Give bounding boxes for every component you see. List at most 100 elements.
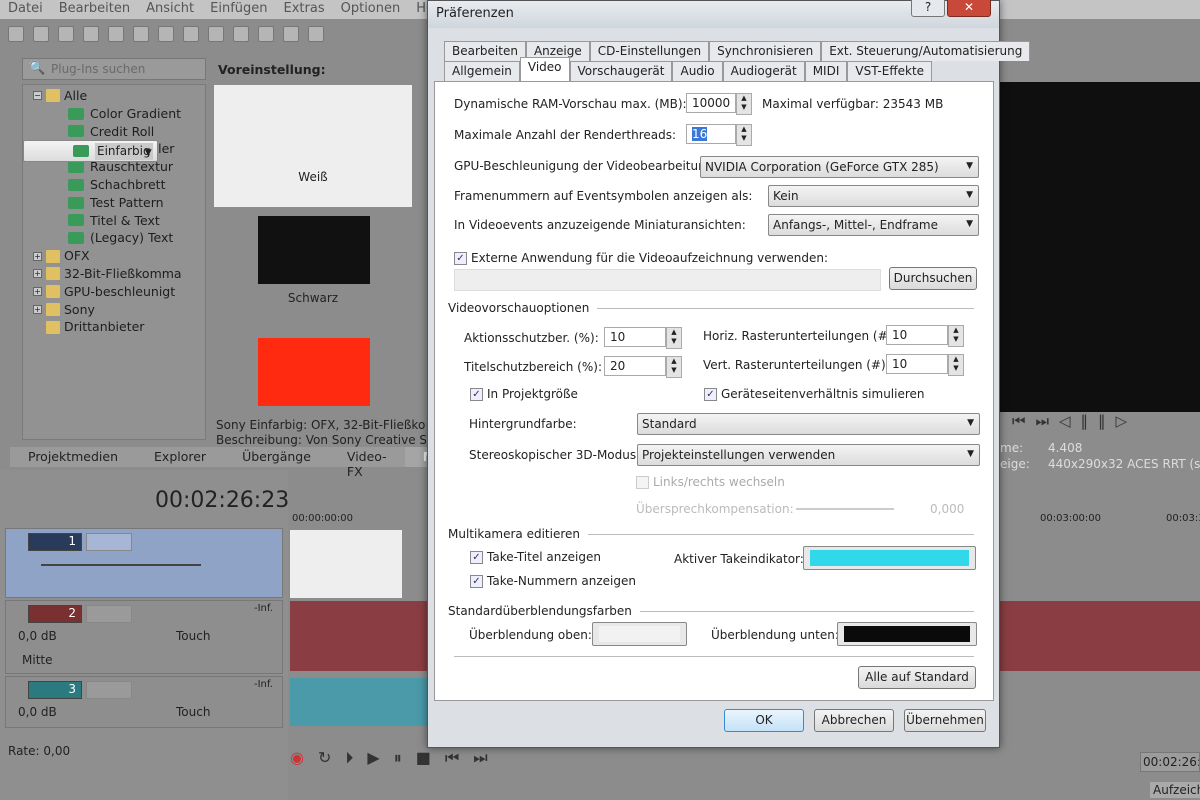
copy-icon[interactable] (183, 26, 199, 42)
menu-extras[interactable]: Extras (276, 0, 333, 19)
menu-ansicht[interactable]: Ansicht (138, 0, 202, 19)
menu-einfügen[interactable]: Einfügen (202, 0, 275, 19)
save-icon[interactable] (58, 26, 74, 42)
ram-input[interactable]: 10000 (686, 93, 752, 115)
hgrid-input[interactable]: 10 (886, 325, 964, 347)
fade-bottom-color-button[interactable] (837, 622, 977, 646)
pause-icon[interactable]: ⏸ (394, 748, 402, 768)
expand-icon[interactable]: − (33, 91, 42, 101)
taketitle-checkbox[interactable]: ✓ Take-Titel anzeigen (470, 550, 601, 564)
browse-button[interactable]: Durchsuchen (889, 267, 977, 290)
paste-icon[interactable] (208, 26, 224, 42)
video-clip[interactable] (290, 530, 402, 598)
apply-button[interactable]: Übernehmen (904, 709, 986, 732)
play-from-start-icon[interactable]: ⏵ (345, 748, 353, 768)
tab-synchronisieren[interactable]: Synchronisieren (709, 41, 822, 61)
framenum-select[interactable]: Kein (768, 185, 979, 207)
undo-icon[interactable] (233, 26, 249, 42)
tab-audiogerät[interactable]: Audiogerät (722, 61, 805, 81)
tree-item[interactable]: Titel & Text (23, 212, 205, 230)
tree-item[interactable]: Color Gradient (23, 105, 205, 123)
tab-allgemein[interactable]: Allgemein (444, 61, 520, 81)
record-label[interactable]: Aufzeichnung (1150, 782, 1200, 798)
aspect-checkbox[interactable]: ✓ Geräteseitenverhältnis simulieren (704, 387, 925, 401)
tree-item[interactable]: + Sony (23, 301, 205, 319)
title-safe-input[interactable]: 20 (604, 356, 682, 378)
tab-video[interactable]: Video (519, 57, 570, 81)
tree-item[interactable]: − Alle (23, 87, 205, 105)
automation-mode[interactable]: Touch (176, 629, 210, 643)
tab-ext-steuerung-automatisierung[interactable]: Ext. Steuerung/Automatisierung (821, 41, 1031, 61)
menu-datei[interactable]: Datei (0, 0, 51, 19)
gpu-select[interactable]: NVIDIA Corporation (GeForce GTX 285) (700, 156, 979, 178)
projsize-checkbox[interactable]: ✓ In Projektgröße (470, 387, 578, 401)
open-folder-icon[interactable] (33, 26, 49, 42)
tree-item[interactable]: +32-Bit-Fließkomma (23, 265, 205, 283)
crosstalk-slider[interactable] (796, 508, 894, 510)
render-icon[interactable] (108, 26, 124, 42)
tree-item[interactable]: Test Pattern (23, 194, 205, 212)
loop-icon[interactable]: ↻ (318, 748, 331, 768)
track-3-audio[interactable]: 3 0,0 dB Touch -Inf. (5, 676, 283, 728)
preset-schwarz[interactable] (258, 216, 370, 284)
track-1-video[interactable]: 1 (5, 528, 283, 598)
track-2-audio[interactable]: 2 0,0 dB Touch Mitte -Inf. (5, 600, 283, 674)
tree-item[interactable]: Drittanbieter (23, 318, 205, 336)
expand-icon[interactable]: + (33, 269, 42, 279)
bg-select[interactable]: Standard (637, 413, 980, 435)
automation-mode[interactable]: Touch (176, 705, 210, 719)
thumbs-select[interactable]: Anfangs-, Mittel-, Endframe (768, 214, 979, 236)
stop-icon[interactable]: ■ (416, 748, 431, 768)
tab-midi[interactable]: MIDI (804, 61, 848, 81)
tab-übergänge[interactable]: Übergänge (224, 447, 329, 467)
vgrid-input[interactable]: 10 (886, 354, 964, 376)
fade-top-color-button[interactable] (592, 622, 687, 646)
reset-all-button[interactable]: Alle auf Standard (858, 666, 976, 689)
tree-item[interactable]: + OFX (23, 247, 205, 265)
tab-audio[interactable]: Audio (672, 61, 723, 81)
takenum-checkbox[interactable]: ✓ Take-Nummern anzeigen (470, 574, 636, 588)
tree-item[interactable]: Credit Roll (23, 123, 205, 141)
tree-item[interactable]: (Legacy) Text (23, 229, 205, 247)
preset-weiss[interactable]: Weiß (214, 85, 412, 207)
tab-bearbeiten[interactable]: Bearbeiten (444, 41, 526, 61)
menu-optionen[interactable]: Optionen (333, 0, 409, 19)
external-app-checkbox[interactable]: ✓ Externe Anwendung für die Videoaufzeich… (454, 251, 828, 265)
tab-video-fx[interactable]: Video-FX (329, 447, 405, 479)
menu-bearbeiten[interactable]: Bearbeiten (51, 0, 138, 19)
track-name-field[interactable] (86, 533, 132, 551)
tab-vorschaugerät[interactable]: Vorschaugerät (569, 61, 673, 81)
threads-input[interactable]: 16 (686, 124, 752, 146)
ok-button[interactable]: OK (724, 709, 804, 732)
action-input[interactable]: 10 (604, 327, 682, 349)
record-icon[interactable]: ◉ (290, 748, 304, 768)
properties-icon[interactable] (133, 26, 149, 42)
preset-red[interactable] (258, 338, 370, 406)
audio-clip-3[interactable] (290, 678, 430, 726)
active-take-color-button[interactable] (803, 546, 976, 570)
expand-icon[interactable]: + (33, 287, 42, 297)
stereo-select[interactable]: Projekteinstellungen verwenden (637, 444, 980, 466)
plugin-search-input[interactable]: 🔍 Plug-Ins suchen (22, 58, 206, 80)
tree-item[interactable]: + GPU-beschleunigt (23, 283, 205, 301)
redo-icon[interactable] (258, 26, 274, 42)
expand-icon[interactable]: + (33, 304, 42, 314)
close-button[interactable]: ✕ (947, 0, 991, 17)
tab-cd-einstellungen[interactable]: CD-Einstellungen (589, 41, 710, 61)
swap-checkbox[interactable]: Links/rechts wechseln (636, 475, 785, 489)
help-button[interactable]: ? (911, 0, 945, 17)
track-name-field[interactable] (86, 605, 132, 623)
select-tool-icon[interactable] (283, 26, 299, 42)
opacity-slider[interactable] (41, 564, 201, 566)
tab-vst-effekte[interactable]: VST-Effekte (847, 61, 933, 81)
next-icon[interactable]: ⏭ (473, 748, 487, 768)
cancel-button[interactable]: Abbrechen (814, 709, 894, 732)
expand-icon[interactable]: + (33, 251, 42, 261)
new-file-icon[interactable] (8, 26, 24, 42)
tree-item[interactable]: Schachbrett (23, 176, 205, 194)
tab-explorer[interactable]: Explorer (136, 447, 224, 467)
prev-icon[interactable]: ⏮ (445, 748, 459, 768)
tree-item[interactable]: Einfarbig (23, 140, 158, 163)
envelope-tool-icon[interactable] (308, 26, 324, 42)
cut-icon[interactable] (158, 26, 174, 42)
